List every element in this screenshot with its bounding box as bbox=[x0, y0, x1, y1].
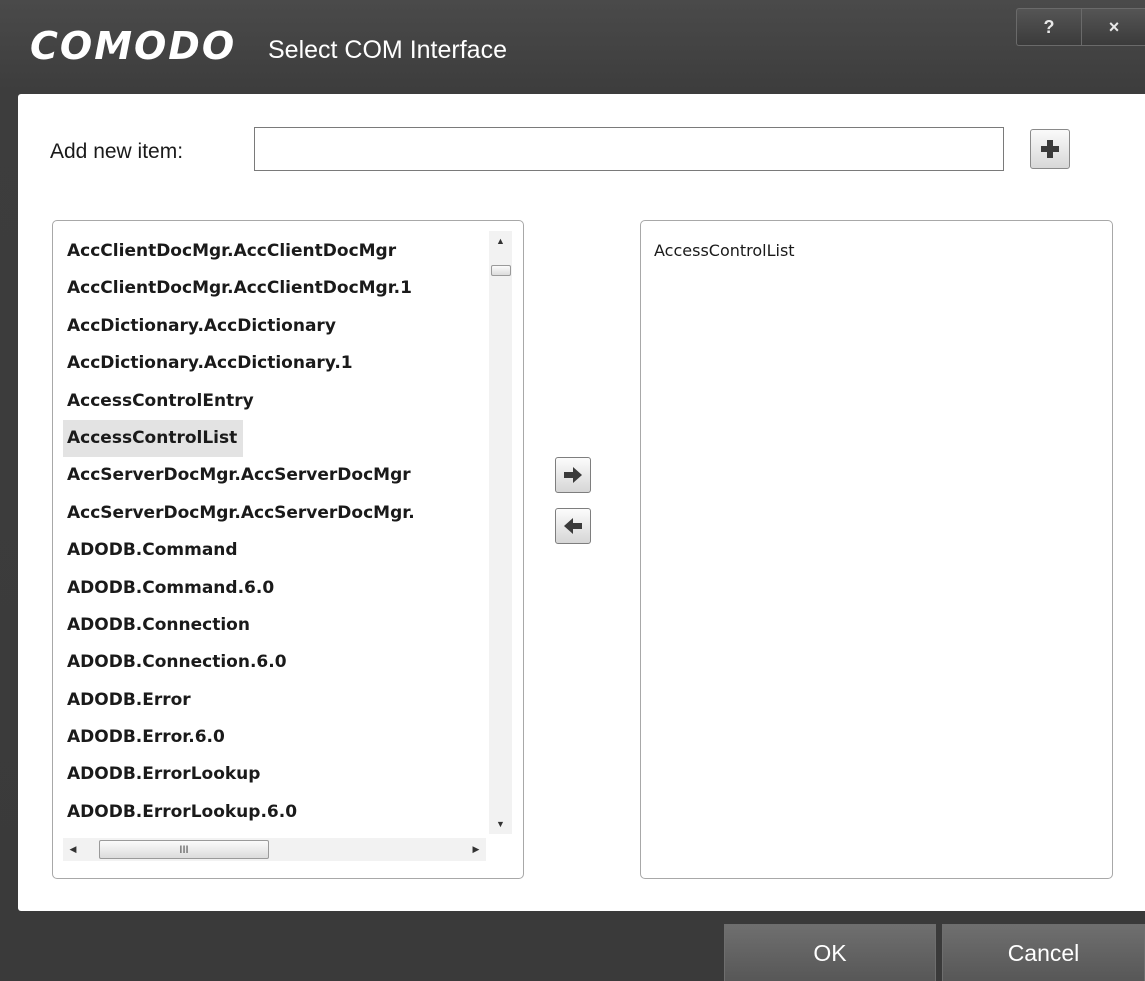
list-item[interactable]: ADODB.Error.6.0 bbox=[63, 719, 486, 756]
horizontal-scroll-thumb[interactable]: III bbox=[99, 840, 269, 859]
list-item[interactable]: ADODB.Error bbox=[63, 682, 486, 719]
title-bar: COMODO Select COM Interface ? × bbox=[0, 0, 1145, 90]
list-item-label: AccClientDocMgr.AccClientDocMgr bbox=[67, 241, 397, 261]
list-item[interactable]: AccServerDocMgr.AccServerDocMgr. bbox=[63, 495, 486, 532]
dialog-title: Select COM Interface bbox=[268, 36, 507, 64]
move-right-button[interactable] bbox=[555, 457, 591, 493]
list-item[interactable]: AccClientDocMgr.AccClientDocMgr.1 bbox=[63, 270, 486, 307]
list-item[interactable]: AccessControlEntry bbox=[63, 383, 486, 420]
list-item[interactable]: AccClientDocMgr.AccClientDocMgr bbox=[63, 233, 486, 270]
list-item-label: ADODB.Command bbox=[67, 540, 238, 561]
list-item-label: AccClientDocMgr.AccClientDocMgr.1 bbox=[67, 278, 412, 299]
list-item-label: ADODB.Error bbox=[67, 689, 191, 710]
list-item[interactable]: ADODB.Connection bbox=[63, 607, 486, 644]
close-button[interactable]: × bbox=[1081, 9, 1145, 45]
scroll-left-icon[interactable]: ◀ bbox=[63, 838, 83, 861]
ok-button[interactable]: OK bbox=[724, 924, 936, 981]
comodo-logo: COMODO bbox=[30, 24, 237, 68]
list-item-label: AccDictionary.AccDictionary.1 bbox=[67, 353, 353, 374]
dialog-content: Add new item: AccClientDocMgr.AccClientD… bbox=[18, 94, 1145, 911]
list-item-label: AccDictionary.AccDictionary bbox=[67, 315, 336, 336]
scroll-down-icon[interactable]: ▼ bbox=[489, 814, 512, 834]
list-item-label: AccServerDocMgr.AccServerDocMgr. bbox=[67, 502, 415, 523]
add-new-item-label: Add new item: bbox=[50, 140, 184, 163]
move-left-button[interactable] bbox=[555, 508, 591, 544]
list-item[interactable]: AccessControlList bbox=[63, 419, 486, 458]
list-item[interactable]: ADODB.ErrorLookup bbox=[63, 756, 486, 793]
list-item-label: AccessControlEntry bbox=[67, 390, 254, 411]
list-item-label: ADODB.Connection bbox=[67, 614, 250, 635]
cancel-button[interactable]: Cancel bbox=[942, 924, 1145, 981]
scroll-up-icon[interactable]: ▲ bbox=[489, 231, 512, 251]
list-item[interactable]: AccDictionary.AccDictionary.1 bbox=[63, 345, 486, 382]
list-item-label: ADODB.Connection.6.0 bbox=[67, 652, 287, 673]
available-com-list[interactable]: AccClientDocMgr.AccClientDocMgr AccClient… bbox=[52, 220, 524, 879]
selected-list-item[interactable]: AccessControlList bbox=[654, 241, 795, 260]
list-item[interactable]: ADODB.Command.6.0 bbox=[63, 570, 486, 607]
list-item[interactable]: ADODB.ErrorLookup.6.0 bbox=[63, 794, 486, 831]
list-item-label: AccServerDocMgr.AccServerDocMgr bbox=[67, 465, 411, 486]
plus-icon bbox=[1041, 140, 1059, 158]
available-items: AccClientDocMgr.AccClientDocMgr AccClient… bbox=[63, 233, 486, 833]
add-item-button[interactable] bbox=[1030, 129, 1070, 169]
list-item[interactable]: AccServerDocMgr.AccServerDocMgr bbox=[63, 457, 486, 494]
help-button[interactable]: ? bbox=[1017, 9, 1081, 45]
arrow-left-icon bbox=[564, 518, 582, 534]
list-item-label: ADODB.Command.6.0 bbox=[67, 577, 275, 598]
vertical-scroll-thumb[interactable] bbox=[491, 265, 511, 276]
list-item[interactable]: ADODB.Connection.6.0 bbox=[63, 644, 486, 681]
selected-com-list[interactable]: AccessControlList bbox=[640, 220, 1113, 879]
list-item[interactable]: AccDictionary.AccDictionary bbox=[63, 308, 486, 345]
scroll-right-icon[interactable]: ▶ bbox=[466, 838, 486, 861]
vertical-scrollbar[interactable]: ▲ ▼ bbox=[489, 231, 512, 834]
list-item[interactable]: ADODB.Command bbox=[63, 532, 486, 569]
arrow-right-icon bbox=[564, 467, 582, 483]
select-com-interface-dialog: COMODO Select COM Interface ? × Add new … bbox=[0, 0, 1145, 981]
list-item-label: ADODB.ErrorLookup.6.0 bbox=[67, 801, 298, 822]
list-item-label: AccessControlList bbox=[63, 419, 244, 458]
list-item-label: ADODB.Error.6.0 bbox=[67, 727, 225, 748]
list-item-label: ADODB.ErrorLookup bbox=[67, 764, 261, 785]
window-controls: ? × bbox=[1016, 8, 1145, 46]
horizontal-scrollbar[interactable]: ◀ III ▶ bbox=[63, 838, 486, 861]
add-new-item-input[interactable] bbox=[254, 127, 1004, 171]
